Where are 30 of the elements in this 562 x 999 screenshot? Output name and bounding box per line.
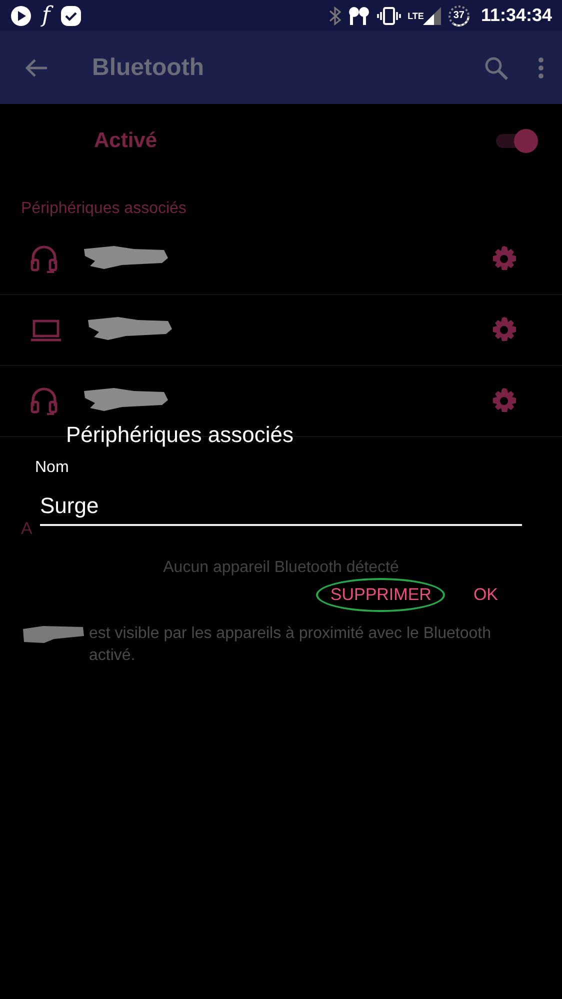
dialog-title: Périphériques associés bbox=[65, 422, 294, 448]
laptop-icon bbox=[30, 318, 62, 342]
signal-icon bbox=[422, 6, 441, 24]
check-badge-icon bbox=[60, 4, 82, 26]
settings-icon[interactable] bbox=[490, 245, 518, 273]
visibility-note: est visible par les appareils à proximité avec le Bluetooth activé. bbox=[89, 624, 492, 666]
settings-icon[interactable] bbox=[490, 316, 518, 344]
back-arrow-icon[interactable] bbox=[24, 58, 48, 78]
dialog-button[interactable]: SUPPRIMER bbox=[316, 578, 446, 612]
settings-icon[interactable] bbox=[490, 387, 518, 415]
headphones-icon bbox=[30, 244, 58, 274]
search-icon[interactable] bbox=[484, 56, 508, 80]
empty-message: Aucun appareil Bluetooth détecté bbox=[163, 559, 399, 576]
dialog-button[interactable]: OK bbox=[459, 578, 512, 612]
earbuds-icon bbox=[348, 6, 370, 26]
clock: 11:34:34 bbox=[480, 5, 552, 26]
screen-title: Bluetooth bbox=[92, 54, 205, 82]
headphones-icon bbox=[30, 386, 58, 416]
section-header: Périphériques associés bbox=[20, 199, 188, 218]
section-header: A bbox=[21, 519, 32, 539]
bluetooth-icon bbox=[328, 6, 341, 26]
bluetooth-status-label: Activé bbox=[94, 129, 158, 153]
field-label: Nom bbox=[34, 459, 70, 477]
vibrate-icon bbox=[376, 6, 401, 26]
name-field[interactable]: Surge bbox=[40, 493, 522, 526]
more-options-icon[interactable] bbox=[538, 56, 544, 78]
play-icon bbox=[10, 4, 32, 26]
redaction-mark bbox=[21, 625, 85, 643]
battery-icon: 37 bbox=[448, 4, 470, 26]
network-type: LTE bbox=[408, 10, 424, 20]
